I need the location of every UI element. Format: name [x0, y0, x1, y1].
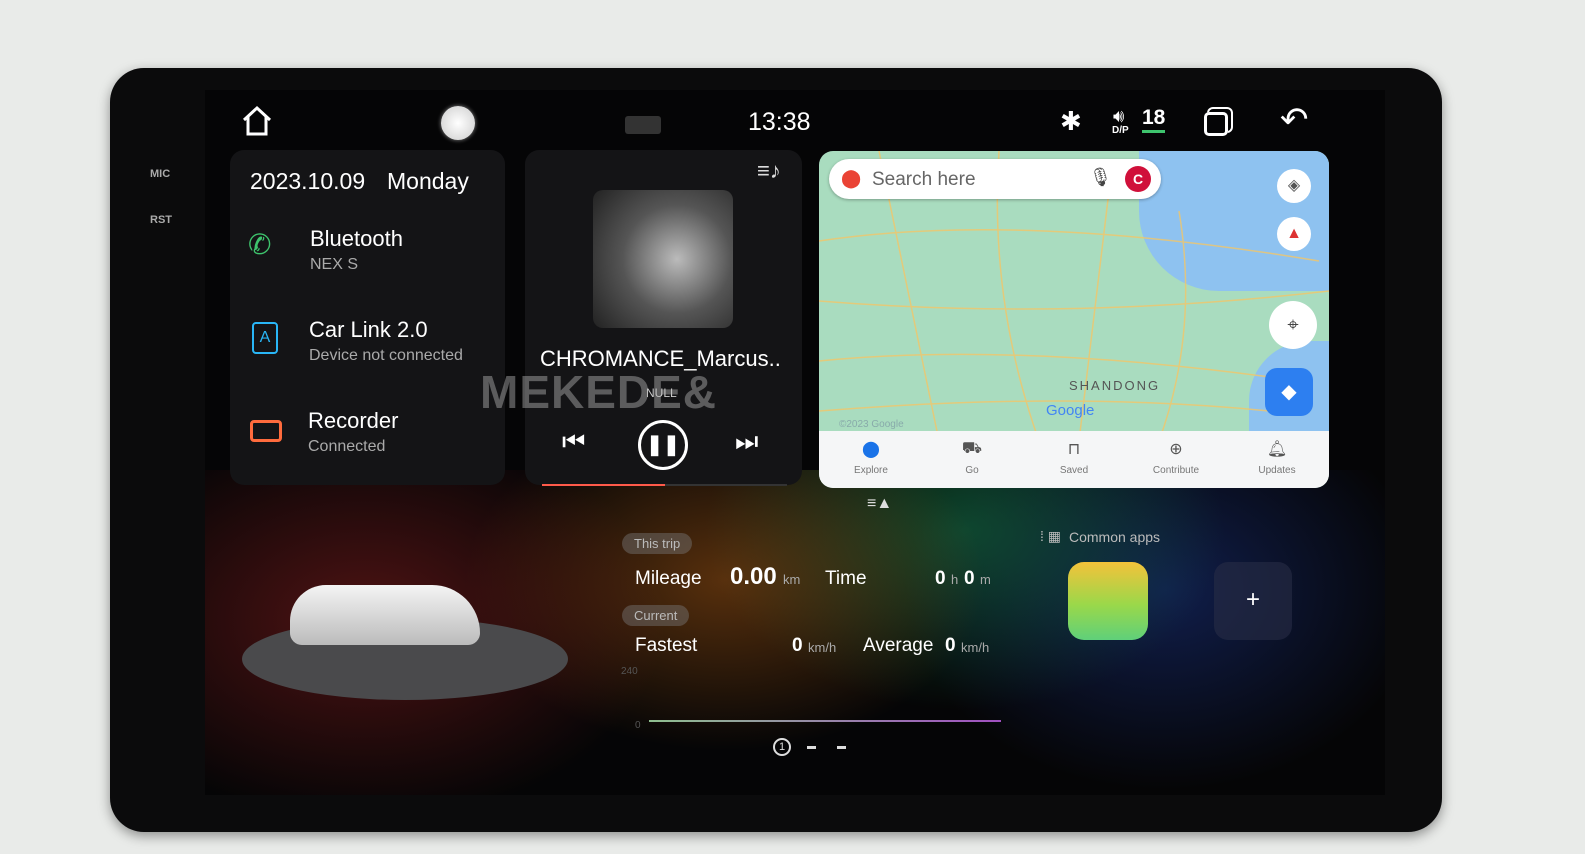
home-icon[interactable]: [240, 105, 274, 137]
mic-label: MIC: [150, 168, 171, 180]
mileage-label: Mileage: [635, 568, 702, 589]
fastest-value: 0: [792, 635, 803, 656]
hours-unit: h: [951, 572, 959, 587]
bluetooth-icon[interactable]: ✱: [1060, 106, 1082, 137]
progress-track[interactable]: [542, 484, 787, 486]
volume-level[interactable]: 18: [1142, 106, 1166, 133]
add-app-button[interactable]: +: [1214, 562, 1292, 640]
map-search-input[interactable]: ⬤ Search here 🎙︎ C: [829, 159, 1161, 199]
item-subtitle: Connected: [308, 438, 386, 455]
widget-switch-icon[interactable]: ≡▲: [867, 495, 892, 513]
item-title: Car Link 2.0: [309, 317, 428, 342]
map-copyright: ©2023 Google: [839, 419, 904, 430]
this-trip-badge: This trip: [622, 533, 693, 554]
weekday: Monday: [387, 168, 469, 194]
recorder-icon: [250, 420, 282, 442]
item-subtitle: NEX S: [310, 256, 359, 273]
average-label: Average: [863, 635, 934, 656]
previous-icon[interactable]: ⏮︎: [562, 426, 585, 458]
mileage-unit: km: [783, 572, 801, 587]
album-art: [593, 190, 733, 328]
speed-chart-baseline: [649, 720, 1001, 722]
layers-icon[interactable]: ◈: [1277, 169, 1311, 203]
hours-value: 0: [935, 568, 946, 589]
common-apps-icon: ⁞ ▦: [1040, 528, 1062, 544]
screen: 13:38 ✱ 🔊︎ D/P 18 ↶ 2023.10.09 Monday ✆ …: [205, 90, 1385, 795]
mileage-value: 0.00: [730, 563, 777, 590]
fastest-unit: km/h: [808, 640, 837, 655]
camera-icon[interactable]: [625, 116, 661, 134]
back-icon[interactable]: ↶: [1280, 100, 1309, 140]
item-title: Recorder: [308, 408, 399, 433]
date: 2023.10.09: [250, 168, 366, 194]
search-placeholder: Search here: [872, 169, 976, 190]
clock: 13:38: [748, 108, 811, 136]
compass-icon[interactable]: ▲: [1277, 217, 1311, 251]
map-card[interactable]: ⬤ Search here 🎙︎ C ◈ ▲ ⌖ ◆ SHANDONG Goog…: [819, 151, 1329, 488]
my-location-icon[interactable]: ⌖: [1269, 301, 1317, 349]
page-indicator[interactable]: [837, 746, 846, 749]
watermark: MEKEDE&: [480, 366, 718, 418]
average-unit: km/h: [961, 640, 990, 655]
speed-chart-max: 240: [621, 666, 638, 677]
current-badge: Current: [622, 605, 690, 626]
progress-fill: [542, 484, 665, 486]
info-card: 2023.10.09 Monday ✆ Bluetooth NEX S A Ca…: [230, 150, 505, 485]
maps-pin-icon: ⬤: [841, 168, 862, 188]
time-label: Time: [825, 568, 867, 589]
nav-contribute[interactable]: ⊕ Contribute: [1141, 439, 1211, 476]
playlist-icon[interactable]: ≡♪: [757, 158, 781, 184]
volume-icon[interactable]: 🔊︎: [1113, 106, 1124, 127]
minutes-unit: m: [980, 572, 991, 587]
minutes-value: 0: [964, 568, 975, 589]
speed-chart-min: 0: [635, 720, 641, 731]
microphone-icon[interactable]: 🎙︎: [1089, 167, 1112, 188]
assistant-icon[interactable]: [441, 106, 475, 140]
directions-button[interactable]: ◆: [1265, 368, 1313, 416]
fastest-label: Fastest: [635, 635, 698, 656]
average-value: 0: [945, 635, 956, 656]
region-label: SHANDONG: [1069, 378, 1161, 393]
nav-go[interactable]: ⛟ Go: [937, 439, 1007, 476]
carlink-icon: A: [252, 322, 278, 354]
item-title: Bluetooth: [310, 226, 403, 251]
nav-saved[interactable]: ⊓ Saved: [1039, 439, 1109, 476]
recent-apps-icon[interactable]: [1204, 112, 1228, 136]
file-manager-app-icon[interactable]: [1068, 562, 1148, 640]
google-logo: Google: [1046, 402, 1095, 419]
rst-button[interactable]: RST: [150, 214, 172, 226]
page-indicator-current[interactable]: 1: [773, 738, 791, 756]
account-avatar[interactable]: C: [1125, 166, 1151, 192]
nav-updates[interactable]: 🔔︎ Updates: [1242, 439, 1312, 476]
pause-button[interactable]: ❚❚: [638, 420, 688, 470]
page-indicator[interactable]: [807, 746, 816, 749]
nav-explore[interactable]: ⬤ Explore: [836, 439, 906, 476]
common-apps-label: Common apps: [1069, 529, 1161, 545]
music-card: ≡♪ CHROMANCE_Marcus.. NULL ⏮︎ ❚❚ ⏭︎: [525, 150, 802, 486]
item-subtitle: Device not connected: [309, 347, 463, 364]
car-model[interactable]: [290, 585, 480, 645]
phone-icon: ✆: [248, 229, 272, 260]
next-icon[interactable]: ⏭︎: [735, 426, 758, 458]
audio-mode: D/P: [1112, 125, 1129, 136]
